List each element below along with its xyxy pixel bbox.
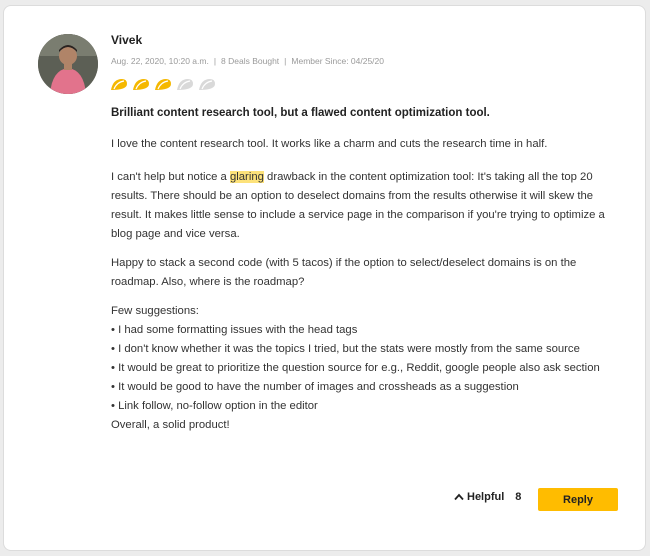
helpful-label: Helpful xyxy=(467,491,505,503)
review-title: Brilliant content research tool, but a f… xyxy=(111,107,490,119)
member-since: Member Since: 04/25/20 xyxy=(291,56,384,66)
closing-line: Overall, a solid product! xyxy=(111,419,230,431)
taco-filled-icon xyxy=(133,79,149,90)
author-name[interactable]: Vivek xyxy=(111,33,142,47)
review-paragraph: I love the content research tool. It wor… xyxy=(111,138,548,150)
taco-filled-icon xyxy=(155,79,171,90)
text-segment: I can't help but notice a xyxy=(111,171,230,183)
taco-rating xyxy=(110,78,216,91)
taco-empty-icon xyxy=(177,79,193,90)
suggestions-intro: Few suggestions: xyxy=(111,305,199,317)
review-date: Aug. 22, 2020, 10:20 a.m. xyxy=(111,56,209,66)
taco-empty-icon xyxy=(199,79,215,90)
deals-bought: 8 Deals Bought xyxy=(221,56,280,66)
meta-separator: | xyxy=(284,56,287,66)
suggestions-block: Few suggestions: • I had some formatting… xyxy=(111,302,621,435)
suggestion-item: • I had some formatting issues with the … xyxy=(111,324,358,336)
helpful-count: 8 xyxy=(515,491,522,503)
suggestion-item: • Link follow, no-follow option in the e… xyxy=(111,400,318,412)
suggestion-item: • It would be great to prioritize the qu… xyxy=(111,362,600,374)
review-paragraph: Happy to stack a second code (with 5 tac… xyxy=(111,257,577,288)
avatar[interactable] xyxy=(38,34,98,94)
helpful-button[interactable]: Helpful 8 xyxy=(454,491,521,503)
taco-filled-icon xyxy=(111,79,127,90)
review-meta: Aug. 22, 2020, 10:20 a.m. | 8 Deals Bought… xyxy=(111,56,384,66)
review-paragraph: I can't help but notice a glaring drawba… xyxy=(111,168,621,244)
meta-separator: | xyxy=(213,56,217,66)
suggestion-item: • It would be good to have the number of… xyxy=(111,381,519,393)
reply-button[interactable]: Reply xyxy=(538,488,618,511)
highlighted-word: glaring xyxy=(229,171,264,183)
suggestion-item: • I don't know whether it was the topics… xyxy=(111,343,580,355)
review-card: Vivek Aug. 22, 2020, 10:20 a.m. | 8 Deals … xyxy=(3,5,646,551)
chevron-up-icon xyxy=(454,493,464,501)
user-photo-icon xyxy=(38,34,98,94)
